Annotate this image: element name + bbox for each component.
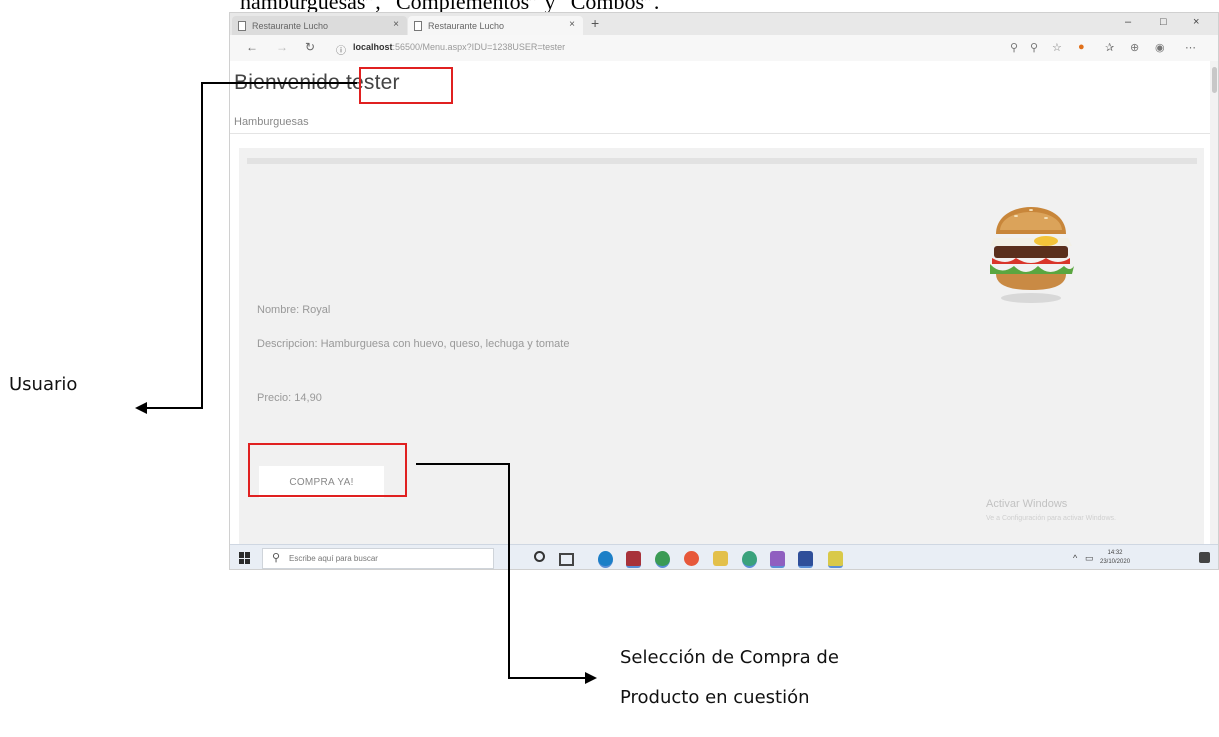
annotation-buy-line2: Producto en cuestión [620,687,810,708]
annotation-usuario: Usuario [9,374,78,395]
annotation-arrows [135,82,597,684]
annotation-buy-line1: Selección de Compra de [620,647,839,668]
